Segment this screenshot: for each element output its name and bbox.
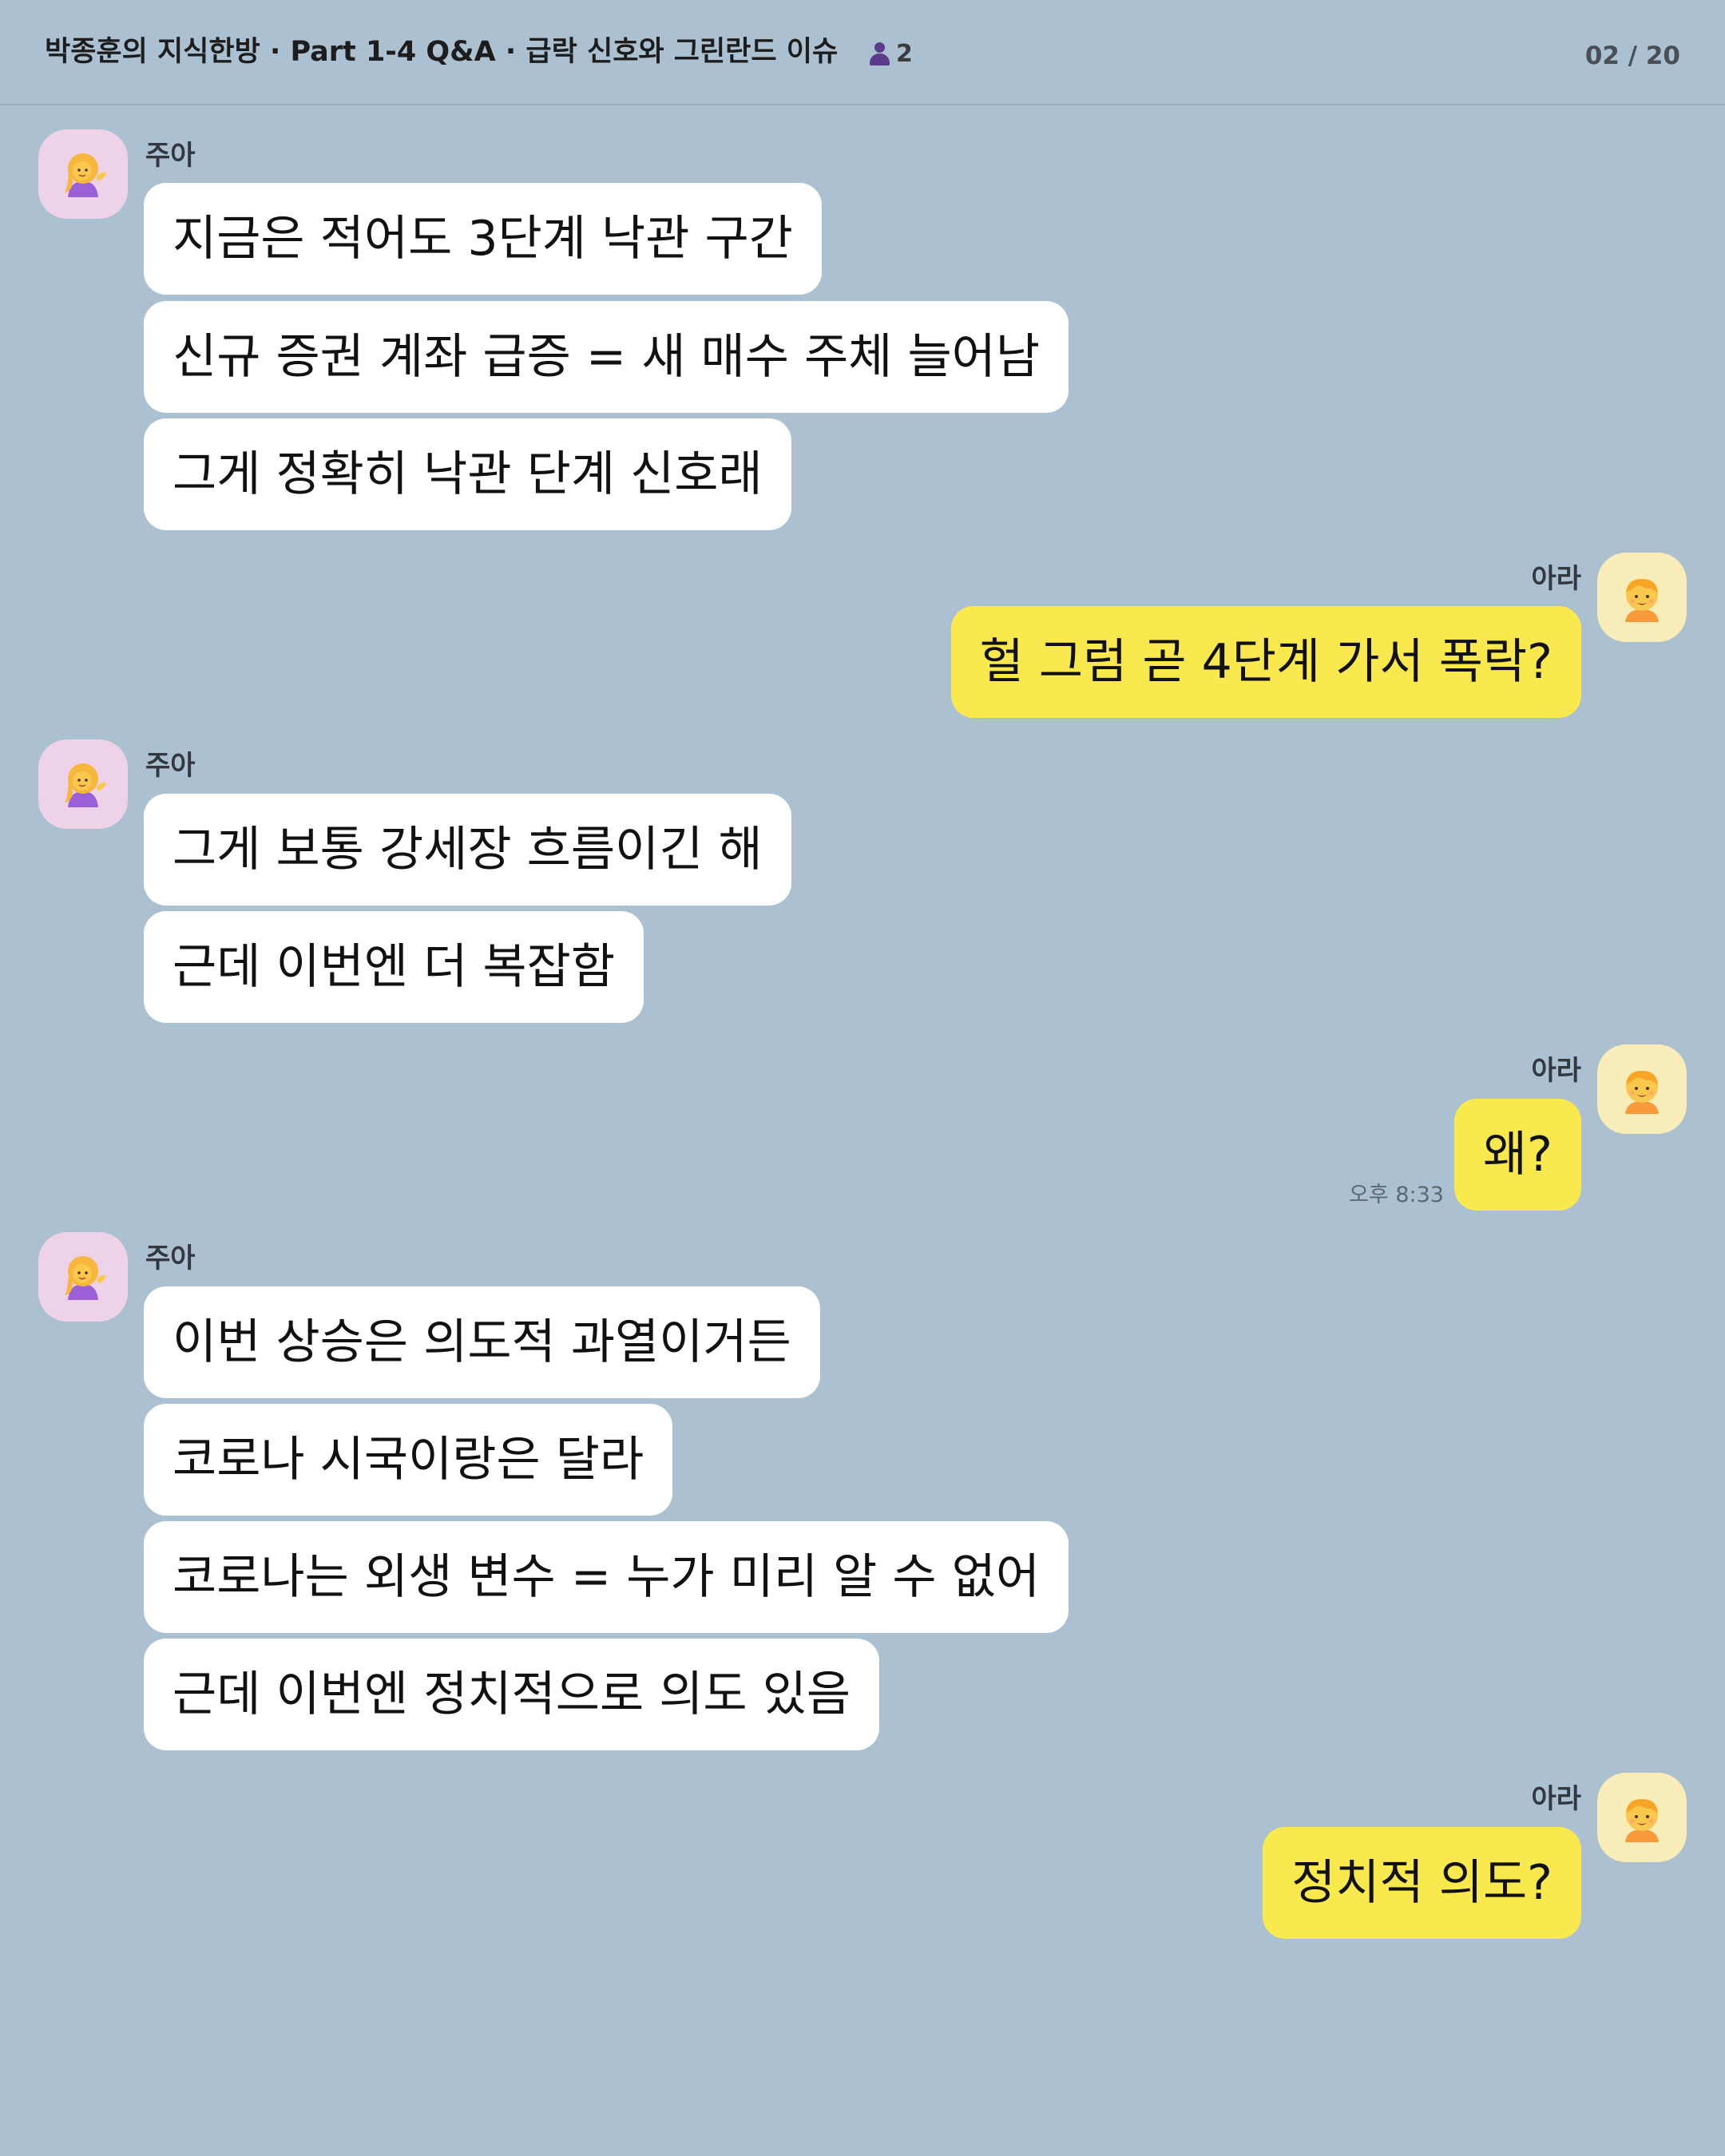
page-indicator: 02 / 20 — [1584, 42, 1680, 70]
chat-header: 박종훈의 지식한방 · Part 1-4 Q&A · 급락 신호와 그린란드 이… — [0, 0, 1725, 105]
ara-avatar[interactable] — [1597, 1773, 1687, 1862]
juah-avatar[interactable] — [38, 129, 128, 219]
child-icon — [1625, 1799, 1659, 1842]
juah-avatar[interactable] — [38, 739, 128, 829]
message-bubble[interactable]: 이번 상승은 의도적 과열이거든 — [144, 1286, 820, 1398]
member-count-value: 2 — [896, 40, 913, 68]
message-bubble[interactable]: 신규 증권 계좌 급증 = 새 매수 주체 늘어남 — [144, 301, 1069, 413]
woman-tipping-hand-icon — [65, 763, 106, 807]
message-bubble[interactable]: 그게 보통 강세장 흐름이긴 해 — [144, 794, 791, 906]
message-timestamp: 오후 8:33 — [1349, 1183, 1444, 1207]
message-bubble[interactable]: 왜? — [1453, 1099, 1581, 1211]
message-bubble[interactable]: 지금은 적어도 3단계 낙관 구간 — [144, 183, 822, 295]
sender-name-ara: 아라 — [1531, 1783, 1581, 1815]
message-bubble[interactable]: 정치적 의도? — [1263, 1827, 1581, 1939]
message-bubble[interactable]: 코로나 시국이랑은 달라 — [144, 1404, 673, 1516]
sender-name-ara: 아라 — [1531, 1055, 1581, 1087]
message-bubble[interactable]: 헐 그럼 곧 4단계 가서 폭락? — [950, 606, 1581, 718]
message-bubble[interactable]: 코로나는 외생 변수 = 누가 미리 알 수 없어 — [144, 1521, 1069, 1633]
message-bubble[interactable]: 근데 이번엔 더 복잡함 — [144, 911, 644, 1023]
sender-name-ara: 아라 — [1531, 563, 1581, 595]
child-icon — [1625, 579, 1659, 622]
woman-tipping-hand-icon — [65, 153, 106, 197]
message-bubble[interactable]: 근데 이번엔 정치적으로 의도 있음 — [144, 1639, 880, 1750]
sender-name-juah: 주아 — [145, 1242, 196, 1274]
chat-title: 박종훈의 지식한방 · Part 1-4 Q&A · 급락 신호와 그린란드 이… — [45, 36, 839, 68]
child-icon — [1625, 1071, 1659, 1114]
ara-avatar[interactable] — [1597, 1044, 1687, 1134]
woman-tipping-hand-icon — [65, 1256, 106, 1300]
sender-name-juah: 주아 — [145, 140, 196, 172]
message-bubble[interactable]: 그게 정확히 낙관 단계 신호래 — [144, 418, 791, 530]
juah-avatar[interactable] — [38, 1232, 128, 1322]
sender-name-juah: 주아 — [145, 750, 196, 782]
ara-avatar[interactable] — [1597, 553, 1687, 642]
member-count[interactable]: 2 — [869, 40, 913, 68]
person-icon — [869, 42, 890, 67]
